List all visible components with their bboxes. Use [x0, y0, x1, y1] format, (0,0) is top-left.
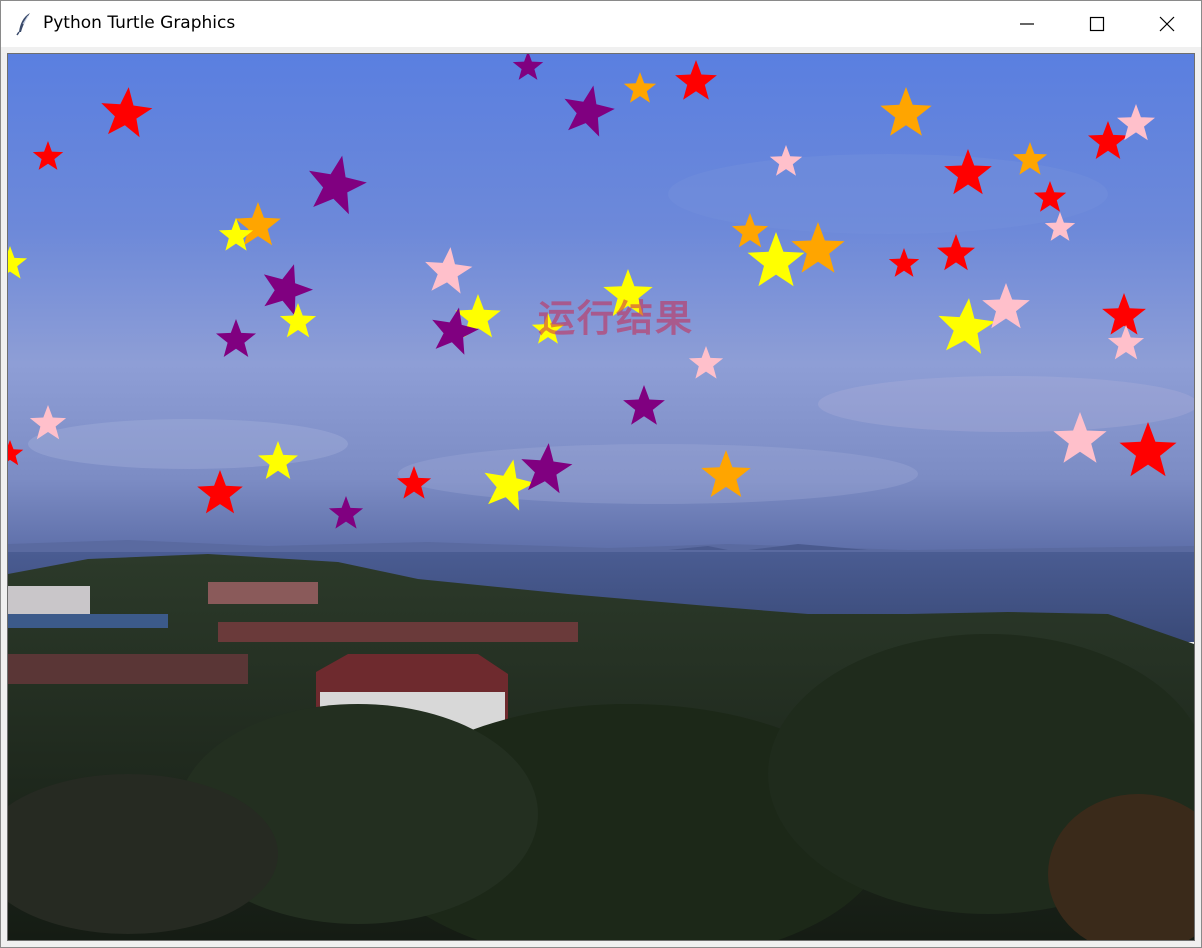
red-star	[197, 470, 243, 514]
title-bar[interactable]: Python Turtle Graphics	[1, 1, 1201, 47]
red-star	[1119, 422, 1177, 477]
red-star	[396, 466, 432, 499]
yellow-star	[8, 246, 28, 279]
pink-star	[425, 247, 473, 294]
orange-star	[791, 222, 845, 273]
orange-star	[880, 87, 932, 136]
maximize-icon	[1089, 16, 1105, 32]
purple-star	[216, 319, 256, 357]
orange-star	[701, 450, 751, 497]
yellow-star	[484, 459, 535, 511]
purple-star	[309, 155, 367, 215]
yellow-star	[279, 303, 317, 338]
purple-star	[328, 496, 364, 529]
turtle-canvas[interactable]: 运行结果	[7, 53, 1195, 941]
red-star	[944, 149, 992, 195]
orange-star	[731, 213, 769, 248]
red-star	[675, 60, 717, 100]
orange-star	[1012, 142, 1048, 175]
close-button[interactable]	[1132, 1, 1202, 47]
minimize-icon	[1020, 23, 1034, 25]
minimize-button[interactable]	[992, 1, 1062, 47]
close-icon	[1159, 16, 1175, 32]
pink-star	[688, 346, 724, 379]
pink-star	[1053, 412, 1107, 463]
purple-star	[623, 385, 665, 425]
purple-star	[263, 264, 313, 316]
turtle-window: Python Turtle Graphics 运行结果	[0, 0, 1202, 948]
red-star	[101, 87, 153, 138]
maximize-button[interactable]	[1062, 1, 1132, 47]
red-star	[888, 248, 920, 277]
red-star	[1033, 181, 1067, 212]
window-title: Python Turtle Graphics	[43, 13, 236, 33]
feather-icon	[15, 12, 35, 36]
pink-star	[29, 405, 67, 440]
purple-star	[564, 85, 615, 137]
orange-star	[623, 72, 657, 103]
yellow-star	[938, 298, 996, 354]
pink-star	[1117, 104, 1155, 141]
pink-star	[769, 145, 803, 176]
yellow-star	[258, 441, 298, 479]
red-star	[1088, 121, 1128, 159]
stars-layer	[8, 54, 1177, 529]
red-star	[8, 440, 24, 466]
red-star	[32, 141, 64, 170]
watermark-text: 运行结果	[538, 297, 694, 340]
pink-star	[1044, 212, 1076, 241]
red-star	[937, 234, 975, 271]
purple-star	[512, 54, 544, 80]
red-star	[1102, 293, 1146, 335]
